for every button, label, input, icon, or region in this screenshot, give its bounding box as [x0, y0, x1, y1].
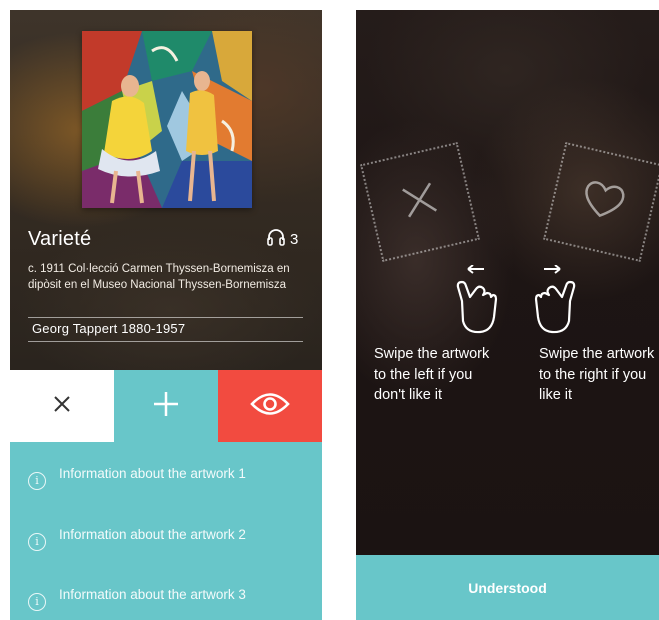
swipe-left-gesture-icon	[454, 264, 500, 337]
heart-icon	[577, 175, 630, 229]
swipe-right-gesture-icon	[532, 264, 578, 337]
eye-icon	[250, 391, 290, 422]
plus-icon	[152, 390, 180, 423]
divider	[28, 341, 303, 342]
audio-guide-count[interactable]: 3	[266, 228, 298, 250]
add-button[interactable]	[114, 370, 218, 442]
artist-name[interactable]: Georg Tappert 1880-1957	[32, 321, 185, 336]
artwork-title: Varieté	[28, 228, 92, 250]
info-item-label: Information about the artwork 3	[59, 587, 246, 602]
close-icon	[52, 394, 72, 419]
action-bar	[10, 370, 322, 442]
blurred-background	[356, 10, 659, 555]
swipe-right-hint: Swipe the artwork to the right if you li…	[539, 346, 655, 403]
headphones-icon	[266, 228, 286, 250]
info-item-label: Information about the artwork 1	[59, 466, 246, 481]
audio-count: 3	[290, 230, 299, 248]
list-item[interactable]: i Information about the artwork 3	[28, 585, 318, 620]
artwork-description: c. 1911 Col·lecció Carmen Thyssen-Bornem…	[28, 263, 290, 291]
artwork-info-list: i Information about the artwork 1 i Info…	[10, 442, 322, 620]
dislike-button[interactable]	[10, 370, 114, 442]
info-icon: i	[28, 472, 46, 490]
close-icon	[395, 176, 444, 229]
divider	[28, 317, 303, 318]
swipe-left-hint: Swipe the artwork to the left if you don…	[374, 346, 490, 403]
view-button[interactable]	[218, 370, 322, 442]
info-icon: i	[28, 593, 46, 611]
artwork-image[interactable]	[82, 31, 252, 208]
list-item[interactable]: i Information about the artwork 1	[28, 464, 318, 514]
understood-button[interactable]: Understood	[356, 555, 659, 620]
swipe-tutorial-screen: Swipe the artwork to the left if you don…	[356, 10, 659, 620]
artwork-detail-screen: Varieté 3 c. 1911 Col·lecció Carmen Thys…	[10, 10, 322, 620]
list-item[interactable]: i Information about the artwork 2	[28, 525, 318, 575]
info-icon: i	[28, 533, 46, 551]
info-item-label: Information about the artwork 2	[59, 527, 246, 542]
